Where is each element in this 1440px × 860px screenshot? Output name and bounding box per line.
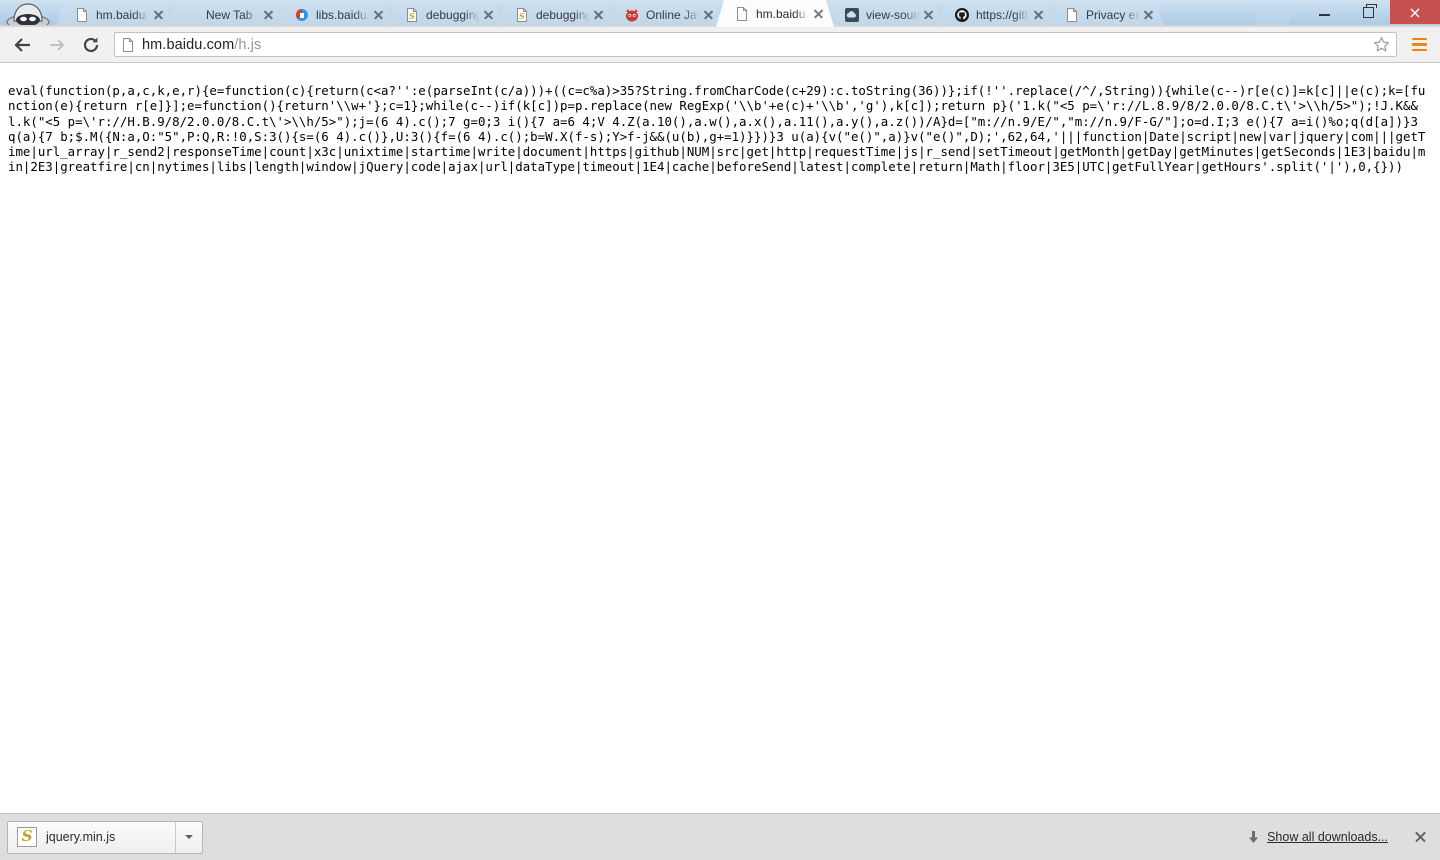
browser-tab[interactable]: hm.baidu.com bbox=[56, 2, 174, 27]
browser-window: hm.baidu.com New Tab libs.baidu.co bbox=[0, 0, 1440, 860]
spy-avatar-icon[interactable] bbox=[4, 1, 52, 27]
close-icon: × bbox=[1408, 2, 1422, 22]
page-document-icon bbox=[1064, 7, 1080, 23]
js-glyph: S bbox=[21, 827, 33, 845]
tab-title: hm.baidu.com bbox=[96, 7, 149, 22]
page-viewport: eval(function(p,a,c,k,e,r){e=function(c)… bbox=[0, 63, 1440, 814]
reload-button[interactable] bbox=[76, 30, 105, 59]
minimize-button[interactable] bbox=[1302, 0, 1346, 24]
tab-title: Online JavaS bbox=[646, 7, 700, 22]
close-window-button[interactable]: × bbox=[1390, 0, 1440, 24]
baidu-cloud-icon bbox=[294, 7, 310, 23]
page-document-icon bbox=[121, 37, 135, 53]
show-all-downloads-link[interactable]: Show all downloads... bbox=[1267, 830, 1388, 844]
close-icon[interactable] bbox=[1032, 8, 1046, 22]
address-bar[interactable]: hm.baidu.com/h.js bbox=[114, 32, 1397, 57]
close-icon[interactable] bbox=[1414, 830, 1428, 844]
close-icon[interactable] bbox=[1142, 8, 1156, 22]
forward-button[interactable] bbox=[42, 30, 71, 59]
close-icon[interactable] bbox=[482, 8, 496, 22]
browser-toolbar: hm.baidu.com/h.js bbox=[0, 27, 1440, 63]
close-icon[interactable] bbox=[152, 8, 166, 22]
close-icon[interactable] bbox=[702, 8, 716, 22]
raw-javascript-source: eval(function(p,a,c,k,e,r){e=function(c)… bbox=[8, 83, 1426, 175]
back-arrow-icon bbox=[13, 35, 33, 55]
close-icon[interactable] bbox=[372, 8, 386, 22]
tab-list: hm.baidu.com New Tab libs.baidu.co bbox=[56, 0, 1156, 27]
new-tab-button[interactable] bbox=[1255, 6, 1295, 25]
url-host: hm.baidu.com bbox=[142, 36, 235, 53]
chevron-down-icon bbox=[185, 835, 193, 839]
javascript-file-icon: S bbox=[17, 827, 37, 847]
tab-title: Privacy error bbox=[1086, 7, 1140, 22]
download-item[interactable]: S jquery.min.js bbox=[7, 820, 203, 854]
download-shelf: S jquery.min.js Show all downloads... bbox=[0, 813, 1440, 860]
blank-icon bbox=[184, 7, 200, 23]
devil-bug-icon bbox=[624, 7, 640, 23]
bookmark-star-icon[interactable] bbox=[1370, 34, 1392, 56]
tab-title: hm.baidu.com bbox=[756, 6, 809, 21]
tab-title: debugging - bbox=[536, 7, 590, 22]
hamburger-line bbox=[1412, 37, 1427, 41]
close-icon[interactable] bbox=[922, 8, 936, 22]
tab-title: https://githu bbox=[976, 7, 1030, 22]
download-shelf-actions: Show all downloads... bbox=[1247, 830, 1428, 845]
github-icon bbox=[954, 7, 970, 23]
browser-tab-active[interactable]: hm.baidu.com bbox=[716, 0, 834, 27]
browser-tab[interactable]: Online JavaS bbox=[606, 2, 724, 27]
tab-title: New Tab bbox=[206, 7, 253, 22]
url-path: /h.js bbox=[234, 36, 262, 53]
browser-tab[interactable]: Privacy error bbox=[1046, 2, 1164, 27]
chrome-menu-button[interactable] bbox=[1405, 30, 1434, 59]
browser-tab[interactable]: libs.baidu.com bbox=[276, 2, 394, 27]
download-menu-button[interactable] bbox=[175, 821, 202, 853]
browser-tab[interactable]: view-source: bbox=[826, 2, 944, 27]
hamburger-line bbox=[1412, 43, 1427, 46]
close-icon[interactable] bbox=[262, 8, 276, 22]
tab-title: view-source: bbox=[866, 7, 918, 22]
back-button[interactable] bbox=[8, 30, 37, 59]
svg-text:S: S bbox=[409, 11, 415, 21]
browser-tab[interactable]: New Tab bbox=[166, 2, 284, 27]
javascript-file-icon: S bbox=[404, 7, 420, 23]
tab-title: debugging - bbox=[426, 7, 480, 22]
hamburger-line bbox=[1412, 48, 1427, 52]
reload-icon bbox=[81, 35, 101, 55]
url-display[interactable]: hm.baidu.com/h.js bbox=[142, 37, 1370, 53]
maximize-restore-button[interactable] bbox=[1346, 0, 1390, 24]
tab-strip: hm.baidu.com New Tab libs.baidu.co bbox=[0, 0, 1440, 27]
window-controls: × bbox=[1302, 0, 1440, 24]
browser-tab[interactable]: S debugging - bbox=[386, 2, 504, 27]
forward-arrow-icon bbox=[47, 35, 67, 55]
close-icon[interactable] bbox=[812, 7, 826, 21]
download-filename: jquery.min.js bbox=[46, 830, 116, 844]
javascript-file-icon: S bbox=[514, 7, 530, 23]
dark-cloud-icon bbox=[844, 7, 860, 23]
tab-title: libs.baidu.com bbox=[316, 7, 370, 22]
download-arrow-icon bbox=[1247, 830, 1260, 845]
browser-tab[interactable]: https://githu bbox=[936, 2, 1054, 27]
page-document-icon bbox=[74, 7, 90, 23]
browser-tab[interactable]: S debugging - bbox=[496, 2, 614, 27]
close-icon[interactable] bbox=[592, 8, 606, 22]
svg-text:S: S bbox=[519, 11, 525, 21]
page-document-icon bbox=[734, 6, 750, 22]
